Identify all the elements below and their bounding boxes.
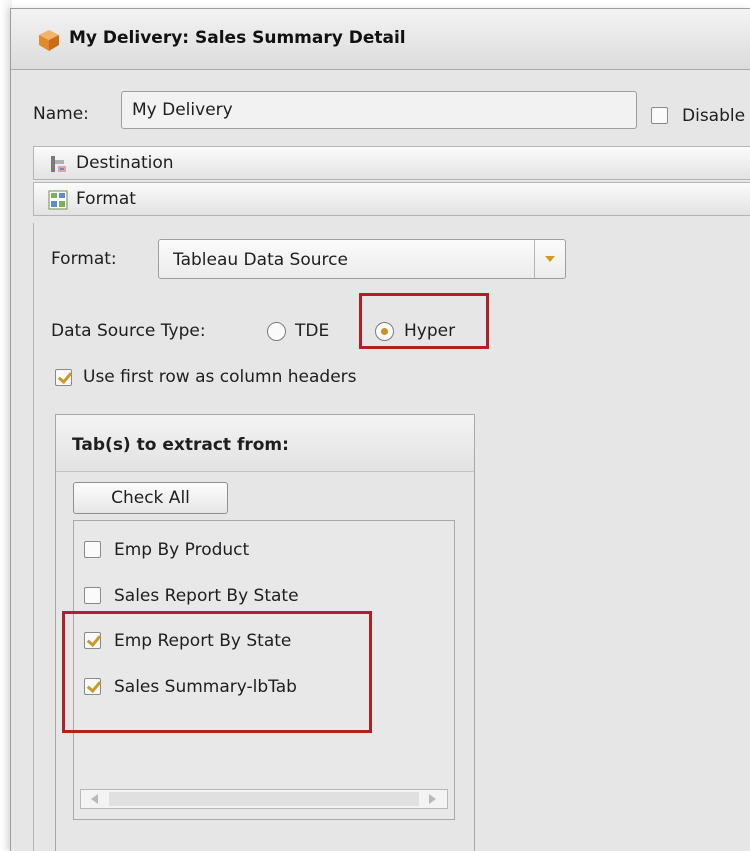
- disable-checkbox[interactable]: [651, 107, 668, 124]
- format-icon: [48, 190, 68, 210]
- delivery-dialog: My Delivery: Sales Summary Detail Name: …: [10, 8, 750, 851]
- name-label: Name:: [33, 104, 89, 124]
- tab-label: Sales Summary-lbTab: [114, 677, 297, 697]
- tab-label: Emp By Product: [114, 540, 250, 560]
- window-title: My Delivery: Sales Summary Detail: [69, 28, 406, 48]
- tabs-panel: Tab(s) to extract from: Check All Emp By…: [55, 414, 475, 851]
- horizontal-scrollbar[interactable]: [80, 789, 448, 809]
- tab-checkbox-sales-report-by-state[interactable]: [84, 587, 101, 604]
- destination-icon: [51, 156, 66, 172]
- tabs-panel-title: Tab(s) to extract from:: [72, 435, 289, 455]
- list-item[interactable]: Emp By Product: [74, 535, 434, 565]
- first-row-header-label: Use first row as column headers: [83, 367, 357, 387]
- tab-list[interactable]: Emp By Product Sales Report By State Emp…: [73, 520, 455, 820]
- radio-tde[interactable]: [267, 322, 286, 341]
- scrollbar-track[interactable]: [109, 792, 419, 806]
- chevron-down-icon[interactable]: [534, 240, 565, 278]
- scroll-right-icon[interactable]: [423, 790, 443, 808]
- format-select-value: Tableau Data Source: [173, 250, 348, 270]
- section-destination[interactable]: Destination: [33, 146, 750, 180]
- package-icon: [39, 30, 59, 51]
- tab-checkbox-sales-summary-lbtab[interactable]: [84, 678, 101, 695]
- radio-hyper[interactable]: [375, 322, 394, 341]
- scroll-left-icon[interactable]: [85, 790, 105, 808]
- data-source-type-label: Data Source Type:: [51, 321, 206, 341]
- tabs-panel-header: Tab(s) to extract from:: [56, 415, 474, 472]
- first-row-header-checkbox[interactable]: [55, 369, 72, 386]
- list-item[interactable]: Sales Summary-lbTab: [74, 672, 434, 702]
- radio-hyper-label: Hyper: [404, 321, 456, 341]
- list-item[interactable]: Sales Report By State: [74, 581, 434, 611]
- format-select[interactable]: Tableau Data Source: [158, 239, 566, 279]
- list-item[interactable]: Emp Report By State: [74, 626, 434, 656]
- title-bar: My Delivery: Sales Summary Detail: [11, 9, 750, 70]
- name-field[interactable]: [121, 91, 637, 129]
- format-label: Format: [76, 189, 136, 209]
- radio-tde-label: TDE: [295, 321, 330, 341]
- check-all-button[interactable]: Check All: [73, 482, 228, 514]
- tab-label: Sales Report By State: [114, 586, 299, 606]
- tab-checkbox-emp-report-by-state[interactable]: [84, 632, 101, 649]
- section-format[interactable]: Format: [33, 182, 750, 216]
- tab-checkbox-emp-by-product[interactable]: [84, 541, 101, 558]
- destination-label: Destination: [76, 153, 174, 173]
- disable-label: Disable: [682, 106, 746, 126]
- format-select-label: Format:: [51, 249, 117, 269]
- tab-label: Emp Report By State: [114, 631, 292, 651]
